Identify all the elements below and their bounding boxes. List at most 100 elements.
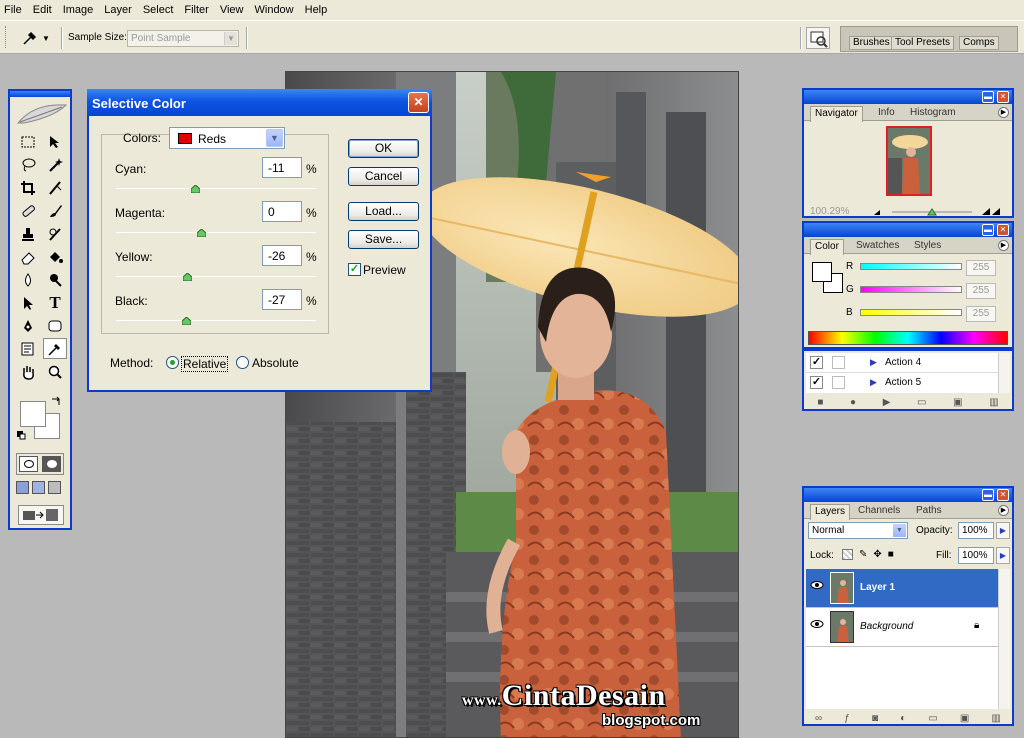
action-row[interactable]: ✓ ▶ Action 4	[806, 353, 998, 373]
adjustment-layer-icon[interactable]: ◐	[900, 713, 906, 724]
feather-logo-icon[interactable]	[14, 101, 68, 127]
channel-g-slider[interactable]	[860, 286, 962, 293]
minimize-button[interactable]: ▬	[982, 224, 994, 236]
menu-help[interactable]: Help	[300, 4, 334, 16]
relative-radio[interactable]	[166, 356, 179, 369]
panel-menu-button[interactable]: ▶	[998, 505, 1009, 516]
yellow-slider-thumb[interactable]	[183, 273, 192, 281]
menu-window[interactable]: Window	[250, 4, 300, 16]
action-toggle-checkbox[interactable]: ✓	[810, 356, 823, 369]
file-browser-button[interactable]	[806, 27, 830, 49]
fill-slider-button[interactable]: ▶	[996, 547, 1010, 564]
jump-to-imageready-button[interactable]	[18, 505, 64, 525]
swap-colors-icon[interactable]	[50, 395, 62, 407]
visibility-eye-icon[interactable]	[809, 580, 825, 594]
actions-scrollbar[interactable]	[998, 353, 1010, 393]
clone-stamp-tool[interactable]	[16, 223, 40, 244]
ok-button[interactable]: OK	[348, 139, 419, 158]
screen-mode-standard[interactable]	[16, 481, 29, 494]
new-layer-icon[interactable]: ▣	[960, 713, 969, 724]
visibility-eye-icon[interactable]	[809, 619, 825, 633]
zoom-tool[interactable]	[43, 361, 67, 382]
black-input[interactable]: -27	[262, 289, 302, 310]
dialog-close-button[interactable]: ✕	[408, 92, 429, 113]
layer-row-selected[interactable]: Layer 1	[806, 569, 1001, 608]
cyan-slider-thumb[interactable]	[191, 185, 200, 193]
layers-panel-header[interactable]: ▬ ✕	[804, 488, 1012, 502]
close-button[interactable]: ✕	[997, 489, 1009, 501]
color-ramp[interactable]	[808, 331, 1008, 345]
lock-move-icon[interactable]: ✥	[873, 549, 881, 560]
menu-file[interactable]: File	[0, 4, 28, 16]
tool-preset-picker[interactable]: ▼	[18, 28, 54, 48]
dialog-toggle-box[interactable]	[832, 376, 845, 389]
cancel-button[interactable]: Cancel	[348, 167, 419, 186]
yellow-input[interactable]: -26	[262, 245, 302, 266]
foreground-color-swatch[interactable]	[20, 401, 46, 427]
tab-color[interactable]: Color	[810, 239, 844, 255]
minimize-button[interactable]: ▬	[982, 91, 994, 103]
magenta-slider-thumb[interactable]	[197, 229, 206, 237]
eraser-tool[interactable]	[16, 246, 40, 267]
channel-r-slider[interactable]	[860, 263, 962, 270]
paint-bucket-tool[interactable]	[43, 246, 67, 267]
tab-histogram[interactable]: Histogram	[906, 106, 960, 121]
tab-layers[interactable]: Layers	[810, 504, 851, 520]
well-tab-tool-presets[interactable]: Tool Presets	[891, 36, 955, 50]
black-slider-thumb[interactable]	[182, 317, 191, 325]
link-icon[interactable]: ∞	[815, 713, 822, 724]
shape-tool[interactable]	[43, 315, 67, 336]
navigator-thumbnail[interactable]	[886, 126, 932, 196]
lasso-tool[interactable]	[16, 154, 40, 175]
disclosure-triangle-icon[interactable]: ▶	[870, 377, 877, 388]
preview-checkbox[interactable]: ✓	[348, 263, 361, 276]
navigator-zoom[interactable]: 100.29%	[810, 206, 849, 217]
marquee-tool[interactable]	[16, 131, 40, 152]
menu-image[interactable]: Image	[58, 4, 100, 16]
colors-select[interactable]: Reds ▼	[169, 127, 285, 149]
record-icon[interactable]: ●	[850, 397, 856, 408]
blend-mode-select[interactable]: Normal ▼	[808, 522, 908, 539]
relative-label[interactable]: Relative	[181, 356, 229, 372]
menu-edit[interactable]: Edit	[28, 4, 58, 16]
menu-layer[interactable]: Layer	[99, 4, 138, 16]
options-grip[interactable]	[5, 26, 8, 48]
move-tool[interactable]	[43, 131, 67, 152]
navigator-zoom-slider[interactable]	[872, 207, 1012, 217]
yellow-slider-track[interactable]	[116, 276, 316, 277]
color-fg-swatch[interactable]	[812, 262, 832, 282]
save-button[interactable]: Save...	[348, 230, 419, 249]
menu-select[interactable]: Select	[138, 4, 180, 16]
layers-scrollbar[interactable]	[998, 569, 1010, 709]
folder-icon[interactable]: ▭	[917, 397, 926, 408]
quick-mask-button[interactable]	[42, 456, 61, 472]
close-button[interactable]: ✕	[997, 224, 1009, 236]
menu-filter[interactable]: Filter	[179, 4, 214, 16]
slice-tool[interactable]	[43, 177, 67, 198]
tab-swatches[interactable]: Swatches	[852, 239, 903, 254]
tab-navigator[interactable]: Navigator	[810, 106, 863, 122]
default-colors-icon[interactable]	[16, 430, 26, 440]
blur-tool[interactable]	[16, 269, 40, 290]
stop-icon[interactable]: ■	[817, 397, 823, 408]
hand-tool[interactable]	[16, 361, 40, 382]
mask-icon[interactable]: ◙	[872, 713, 878, 724]
notes-tool[interactable]	[16, 338, 40, 359]
panel-menu-button[interactable]: ▶	[998, 107, 1009, 118]
tab-info[interactable]: Info	[874, 106, 899, 121]
magic-wand-tool[interactable]	[43, 154, 67, 175]
minimize-button[interactable]: ▬	[982, 489, 994, 501]
eyedropper-tool[interactable]	[43, 338, 67, 359]
play-icon[interactable]: ▶	[883, 397, 891, 408]
lock-transparency-icon[interactable]	[842, 549, 853, 560]
type-tool[interactable]: T	[43, 292, 67, 313]
lock-brush-icon[interactable]: ✎	[859, 549, 867, 560]
channel-r-input[interactable]: 255	[966, 260, 996, 276]
history-brush-tool[interactable]	[43, 223, 67, 244]
brush-tool[interactable]	[43, 200, 67, 221]
screen-mode-full[interactable]	[48, 481, 61, 494]
action-row[interactable]: ✓ ▶ Action 5	[806, 373, 998, 393]
absolute-label[interactable]: Absolute	[252, 356, 299, 370]
disclosure-triangle-icon[interactable]: ▶	[870, 357, 877, 368]
trash-icon[interactable]: ▥	[991, 713, 1000, 724]
